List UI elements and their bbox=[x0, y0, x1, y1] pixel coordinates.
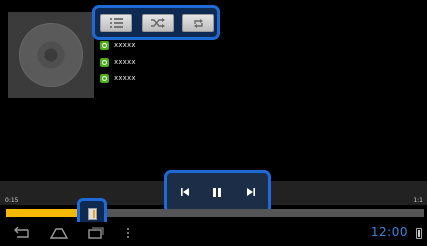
seek-bar[interactable] bbox=[6, 209, 424, 217]
list-item[interactable]: xxxxx bbox=[100, 39, 136, 51]
recent-apps-icon[interactable] bbox=[88, 227, 104, 239]
album-art bbox=[8, 12, 94, 98]
battery-icon bbox=[416, 228, 422, 239]
playback-controls bbox=[164, 170, 271, 214]
disc-icon bbox=[19, 23, 83, 87]
repeat-button[interactable] bbox=[182, 14, 214, 32]
track-title: xxxxx bbox=[114, 58, 136, 66]
playback-mode-toolbar bbox=[92, 5, 220, 40]
shuffle-icon bbox=[151, 18, 165, 28]
music-player-screen: xxxxx xxxxx xxxxx 0:15 1:1 12:00 bbox=[0, 0, 427, 246]
skip-next-icon bbox=[247, 188, 255, 196]
list-icon bbox=[109, 18, 123, 28]
pause-button[interactable] bbox=[209, 185, 225, 199]
next-button[interactable] bbox=[243, 185, 259, 199]
skip-previous-icon bbox=[181, 188, 189, 196]
previous-button[interactable] bbox=[177, 185, 193, 199]
music-track-icon bbox=[100, 40, 109, 50]
home-icon[interactable] bbox=[50, 227, 68, 239]
repeat-icon bbox=[193, 18, 203, 28]
shuffle-button[interactable] bbox=[142, 14, 174, 32]
list-item[interactable]: xxxxx bbox=[100, 72, 136, 84]
list-item[interactable]: xxxxx bbox=[100, 56, 136, 68]
status-clock: 12:00 bbox=[370, 225, 408, 239]
system-nav-bar: 12:00 bbox=[0, 222, 427, 246]
playlist-button[interactable] bbox=[100, 14, 132, 32]
menu-icon[interactable] bbox=[126, 227, 130, 239]
back-icon[interactable] bbox=[12, 227, 30, 239]
track-title: xxxxx bbox=[114, 74, 136, 82]
track-title: xxxxx bbox=[114, 41, 136, 49]
music-track-icon bbox=[100, 57, 109, 67]
total-time: 1:1 bbox=[413, 197, 423, 204]
current-time: 0:15 bbox=[5, 197, 19, 204]
seek-thumb[interactable] bbox=[88, 208, 97, 220]
music-track-icon bbox=[100, 73, 109, 83]
pause-icon bbox=[213, 187, 221, 197]
